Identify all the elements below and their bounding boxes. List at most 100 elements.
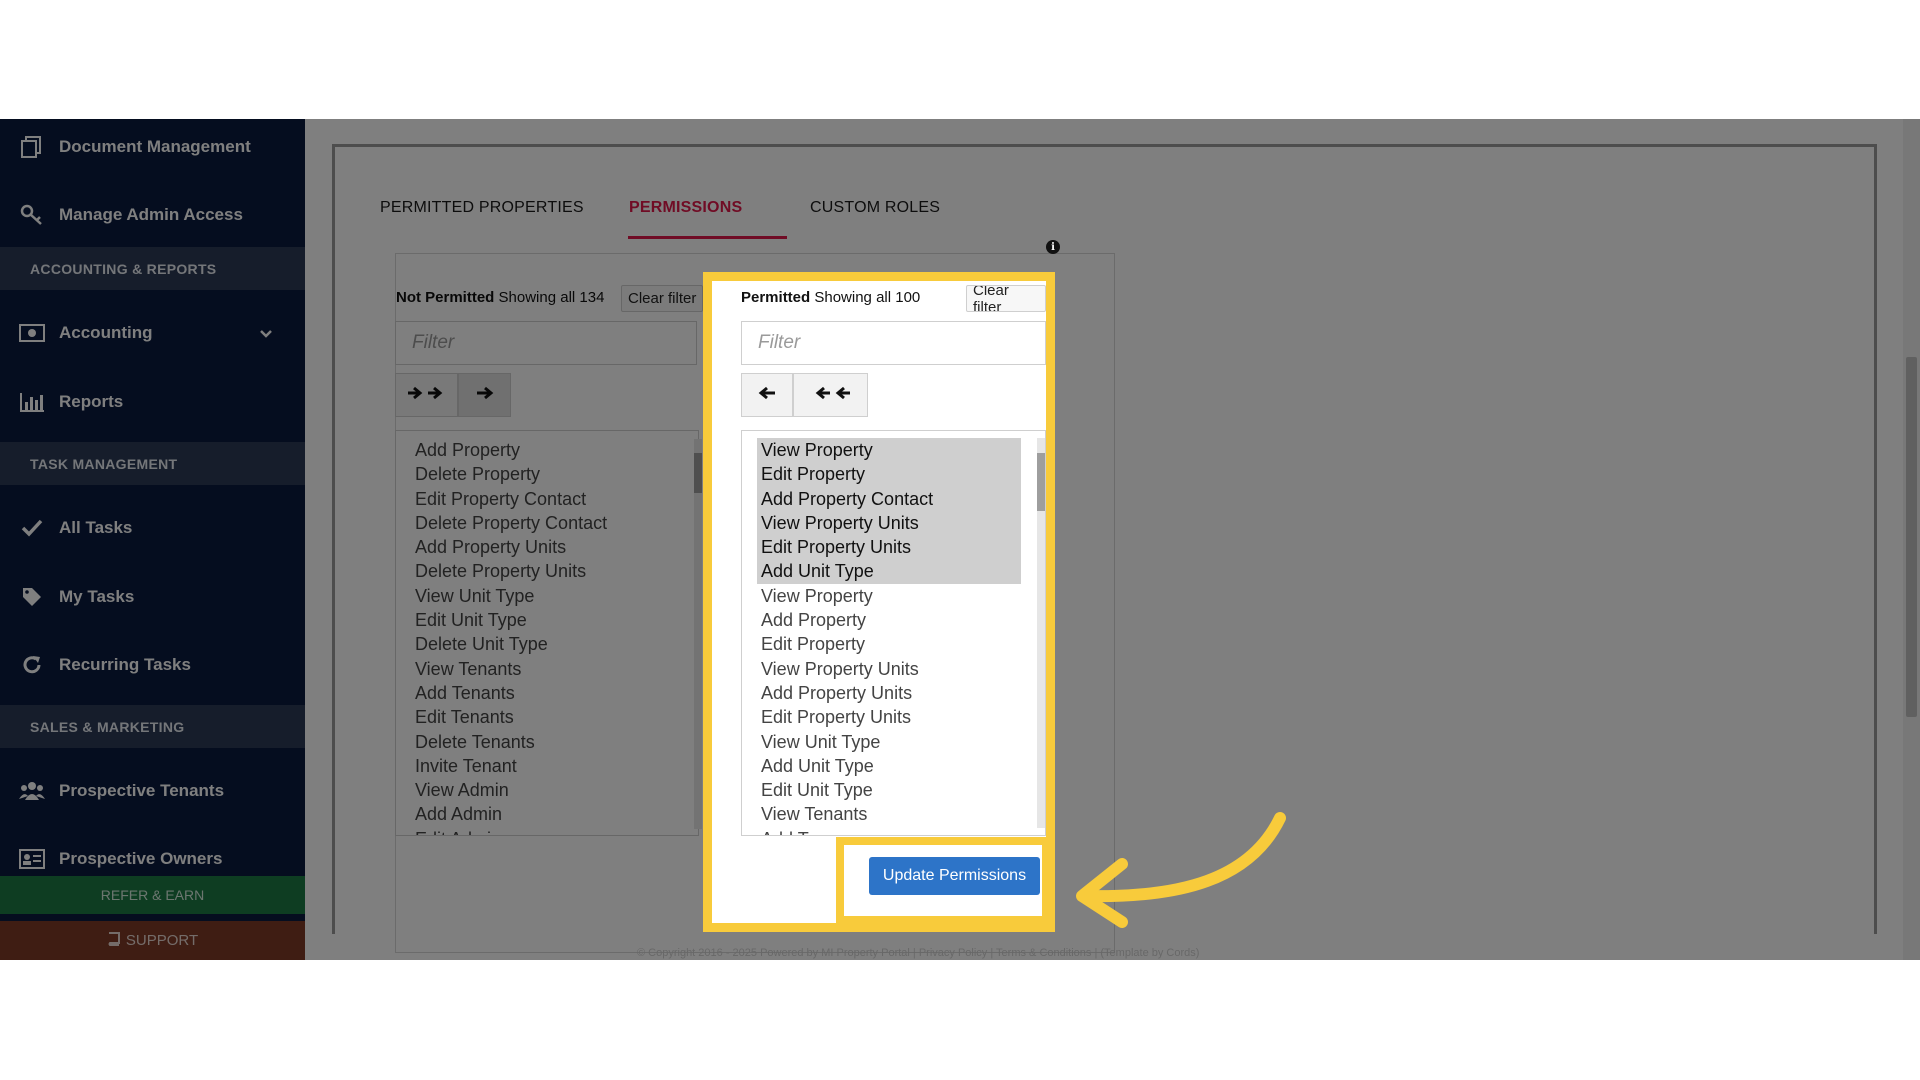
sidebar-item-manage-admin-access[interactable]: Manage Admin Access bbox=[0, 187, 305, 243]
list-option[interactable]: Edit Unit Type bbox=[411, 608, 683, 632]
sidebar-item-label: Recurring Tasks bbox=[59, 655, 191, 674]
not-permitted-scrollbar[interactable] bbox=[694, 439, 702, 829]
list-option[interactable]: Edit Admin bbox=[411, 827, 683, 835]
sidebar: Document Management Manage Admin Access … bbox=[0, 119, 305, 960]
permitted-title: Permitted bbox=[741, 289, 811, 306]
list-option[interactable]: Add Property bbox=[411, 438, 683, 462]
list-option[interactable]: Edit Property bbox=[757, 632, 1030, 656]
list-option-selected[interactable]: View Property Units bbox=[757, 510, 1021, 536]
not-permitted-scroll-thumb[interactable] bbox=[694, 453, 702, 493]
list-option[interactable]: View Unit Type bbox=[411, 584, 683, 608]
list-option[interactable]: Add Property bbox=[757, 608, 1030, 632]
key-icon bbox=[19, 204, 45, 226]
sidebar-item-my-tasks[interactable]: My Tasks bbox=[0, 569, 305, 625]
sidebar-item-reports[interactable]: Reports bbox=[0, 374, 305, 430]
sidebar-item-recurring-tasks[interactable]: Recurring Tasks bbox=[0, 637, 305, 693]
sidebar-item-label: Reports bbox=[59, 392, 124, 411]
refresh-icon bbox=[19, 654, 45, 676]
list-option[interactable]: Add T bbox=[757, 827, 1030, 835]
arrow-right-icon bbox=[476, 385, 494, 406]
list-option[interactable]: Edit Tenants bbox=[411, 705, 683, 729]
not-permitted-header: Not Permitted Showing all 134 bbox=[396, 289, 604, 306]
list-option[interactable]: Add Property Units bbox=[757, 681, 1030, 705]
list-option[interactable]: Add Unit Type bbox=[757, 754, 1030, 778]
section-task-management: TASK MANAGEMENT bbox=[0, 442, 305, 485]
permitted-filter-input[interactable]: Filter bbox=[741, 321, 1046, 365]
list-option[interactable]: View Unit Type bbox=[757, 730, 1030, 754]
document-icon bbox=[19, 136, 45, 158]
list-option[interactable]: Delete Property bbox=[411, 462, 683, 486]
list-option[interactable]: View Property Units bbox=[757, 657, 1030, 681]
info-icon[interactable]: i bbox=[1046, 240, 1060, 254]
list-option[interactable]: Delete Property Contact bbox=[411, 511, 683, 535]
list-option[interactable]: Add Admin bbox=[411, 802, 683, 826]
move-all-right-button[interactable] bbox=[395, 373, 458, 417]
users-icon bbox=[19, 780, 45, 802]
list-option-selected[interactable]: Edit Property bbox=[757, 462, 1021, 487]
list-option-selected[interactable]: Add Property Contact bbox=[757, 486, 1021, 511]
tab-permissions[interactable]: PERMISSIONS bbox=[629, 199, 742, 217]
list-option[interactable]: Invite Tenant bbox=[411, 754, 683, 778]
tag-icon bbox=[19, 586, 45, 608]
sidebar-item-accounting[interactable]: Accounting bbox=[0, 305, 305, 361]
tab-custom-roles[interactable]: CUSTOM ROLES bbox=[810, 199, 940, 217]
list-option[interactable]: View Tenants bbox=[757, 802, 1030, 826]
list-option[interactable]: Edit Property Units bbox=[757, 705, 1030, 729]
support-button[interactable]: SUPPORT bbox=[0, 921, 305, 960]
sidebar-item-label: Document Management bbox=[59, 137, 251, 156]
list-option[interactable]: Add Property Units bbox=[411, 535, 683, 559]
sidebar-item-label: Accounting bbox=[59, 323, 153, 342]
move-selected-left-button[interactable] bbox=[741, 373, 793, 417]
list-option[interactable]: Add Tenants bbox=[411, 681, 683, 705]
list-option[interactable]: View Admin bbox=[411, 778, 683, 802]
double-arrow-right-icon bbox=[407, 385, 447, 406]
page-scroll-thumb[interactable] bbox=[1906, 357, 1917, 717]
refer-earn-button[interactable]: REFER & EARN bbox=[0, 876, 305, 914]
list-option-selected[interactable]: View Property bbox=[757, 438, 1021, 463]
section-accounting-reports: ACCOUNTING & REPORTS bbox=[0, 247, 305, 290]
permitted-header: Permitted Showing all 100 bbox=[741, 289, 920, 306]
arrow-left-icon bbox=[758, 385, 776, 406]
list-option[interactable]: Edit Unit Type bbox=[757, 778, 1030, 802]
support-label: SUPPORT bbox=[125, 932, 199, 949]
sidebar-item-label: Prospective Tenants bbox=[59, 781, 225, 800]
list-option[interactable]: Delete Tenants bbox=[411, 730, 683, 754]
permitted-count: Showing all 100 bbox=[814, 289, 921, 306]
move-all-left-button[interactable] bbox=[793, 373, 868, 417]
sidebar-item-document-management[interactable]: Document Management bbox=[0, 119, 305, 175]
not-permitted-count: Showing all 134 bbox=[498, 289, 605, 306]
sidebar-item-all-tasks[interactable]: All Tasks bbox=[0, 500, 305, 556]
permitted-clear-filter-button[interactable]: Clear filter bbox=[966, 285, 1046, 312]
tab-permitted-properties[interactable]: PERMITTED PROPERTIES bbox=[380, 199, 584, 217]
list-option-selected[interactable]: Edit Property Units bbox=[757, 535, 1021, 560]
double-arrow-left-icon bbox=[811, 385, 851, 406]
id-card-icon bbox=[19, 848, 45, 870]
list-option[interactable]: Edit Property Contact bbox=[411, 487, 683, 511]
sidebar-item-label: Prospective Owners bbox=[59, 849, 223, 868]
annotation-arrow-icon bbox=[1076, 812, 1286, 928]
not-permitted-filter-input[interactable]: Filter bbox=[395, 321, 697, 365]
chevron-down-icon bbox=[259, 324, 273, 344]
page-scrollbar[interactable] bbox=[1903, 119, 1920, 960]
not-permitted-clear-filter-button[interactable]: Clear filter bbox=[621, 285, 704, 312]
update-permissions-button[interactable]: Update Permissions bbox=[869, 857, 1040, 895]
sidebar-item-label: All Tasks bbox=[59, 518, 133, 537]
list-option[interactable]: View Tenants bbox=[411, 657, 683, 681]
permitted-scroll-thumb[interactable] bbox=[1037, 453, 1045, 511]
sidebar-item-prospective-tenants[interactable]: Prospective Tenants bbox=[0, 763, 305, 819]
move-selected-right-button[interactable] bbox=[458, 373, 511, 417]
footer-copyright: © Copyright 2016 - 2025 Powered by MI Pr… bbox=[637, 947, 1200, 959]
not-permitted-title: Not Permitted bbox=[396, 289, 495, 306]
list-option-selected[interactable]: Add Unit Type bbox=[757, 559, 1021, 584]
section-sales-marketing: SALES & MARKETING bbox=[0, 705, 305, 748]
list-option[interactable]: View Property bbox=[757, 584, 1030, 608]
list-option[interactable]: Delete Unit Type bbox=[411, 632, 683, 656]
not-permitted-listbox[interactable]: Add Property Delete Property Edit Property… bbox=[395, 430, 699, 836]
money-icon bbox=[19, 322, 45, 344]
check-icon bbox=[19, 517, 45, 539]
sidebar-item-label: My Tasks bbox=[59, 587, 135, 606]
sidebar-item-label: Manage Admin Access bbox=[59, 205, 243, 224]
list-option[interactable]: Delete Property Units bbox=[411, 559, 683, 583]
permitted-listbox[interactable]: View Property Edit Property Add Property C… bbox=[741, 430, 1046, 836]
book-icon bbox=[107, 931, 120, 950]
